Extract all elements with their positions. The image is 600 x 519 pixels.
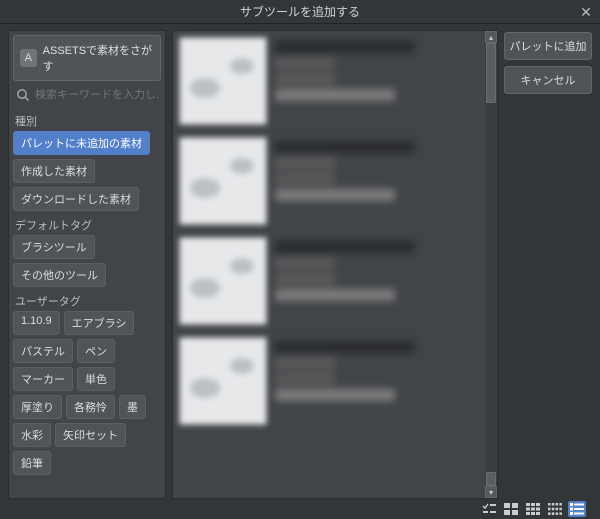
assets-icon: A <box>20 49 37 67</box>
filter-chip[interactable]: 水彩 <box>13 423 51 447</box>
filter-chip[interactable]: 単色 <box>77 367 115 391</box>
scrollbar: ▴ ▾ <box>485 31 497 498</box>
sidebar: A ASSETSで素材をさがす 種別パレットに未追加の素材作成した素材ダウンロー… <box>8 30 166 499</box>
filter-chip[interactable]: 1.10.9 <box>13 311 60 335</box>
view-detail-list-icon[interactable] <box>568 501 586 517</box>
filter-chip[interactable]: 作成した素材 <box>13 159 95 183</box>
scroll-track[interactable] <box>485 43 497 486</box>
material-meta <box>275 237 477 325</box>
filter-chip[interactable]: ペン <box>77 339 115 363</box>
search-icon <box>15 87 31 103</box>
action-column: パレットに追加 キャンセル <box>504 30 592 499</box>
assets-search-button[interactable]: A ASSETSで素材をさがす <box>13 35 161 81</box>
view-grid-icon[interactable] <box>524 501 542 517</box>
list-item[interactable] <box>173 131 483 231</box>
filter-chip[interactable]: ダウンロードした素材 <box>13 187 139 211</box>
filter-group-label: ユーザータグ <box>13 289 161 309</box>
close-icon[interactable]: ✕ <box>578 4 594 20</box>
material-thumbnail <box>179 237 267 325</box>
filter-group-label: 種別 <box>13 109 161 129</box>
scroll-down-button[interactable]: ▾ <box>485 486 497 498</box>
filter-chip[interactable]: パレットに未追加の素材 <box>13 131 150 155</box>
list-item[interactable] <box>173 31 483 131</box>
material-thumbnail <box>179 37 267 125</box>
filter-chip[interactable]: 墨 <box>119 395 146 419</box>
filter-chip[interactable]: マーカー <box>13 367 73 391</box>
view-small-grid-icon[interactable] <box>546 501 564 517</box>
add-to-palette-button[interactable]: パレットに追加 <box>504 32 592 60</box>
search-row <box>13 85 161 105</box>
scroll-thumb-bottom[interactable] <box>486 472 496 486</box>
filter-chip[interactable]: 矢印セット <box>55 423 126 447</box>
material-meta <box>275 337 477 425</box>
material-thumbnail <box>179 337 267 425</box>
filter-chip[interactable]: 各務怜 <box>66 395 115 419</box>
filter-chip[interactable]: エアブラシ <box>64 311 135 335</box>
material-meta <box>275 37 477 125</box>
cancel-button[interactable]: キャンセル <box>504 66 592 94</box>
filter-chip[interactable]: ブラシツール <box>13 235 95 259</box>
filter-chip[interactable]: 鉛筆 <box>13 451 51 475</box>
dialog-title: サブツールを追加する <box>240 3 360 20</box>
material-meta <box>275 137 477 225</box>
filter-chip[interactable]: その他のツール <box>13 263 106 287</box>
filter-group-label: デフォルトタグ <box>13 213 161 233</box>
material-list-panel: ▴ ▾ <box>172 30 498 499</box>
assets-button-label: ASSETSで素材をさがす <box>43 42 154 74</box>
filter-chip[interactable]: 厚塗り <box>13 395 62 419</box>
scroll-thumb[interactable] <box>486 43 496 103</box>
view-large-grid-icon[interactable] <box>502 501 520 517</box>
view-checklist-icon[interactable] <box>480 501 498 517</box>
material-thumbnail <box>179 137 267 225</box>
scroll-up-button[interactable]: ▴ <box>485 31 497 43</box>
view-mode-bar <box>0 499 600 517</box>
list-item[interactable] <box>173 231 483 331</box>
filter-chip[interactable]: パステル <box>13 339 73 363</box>
search-input[interactable] <box>35 89 159 101</box>
list-item[interactable] <box>173 331 483 431</box>
